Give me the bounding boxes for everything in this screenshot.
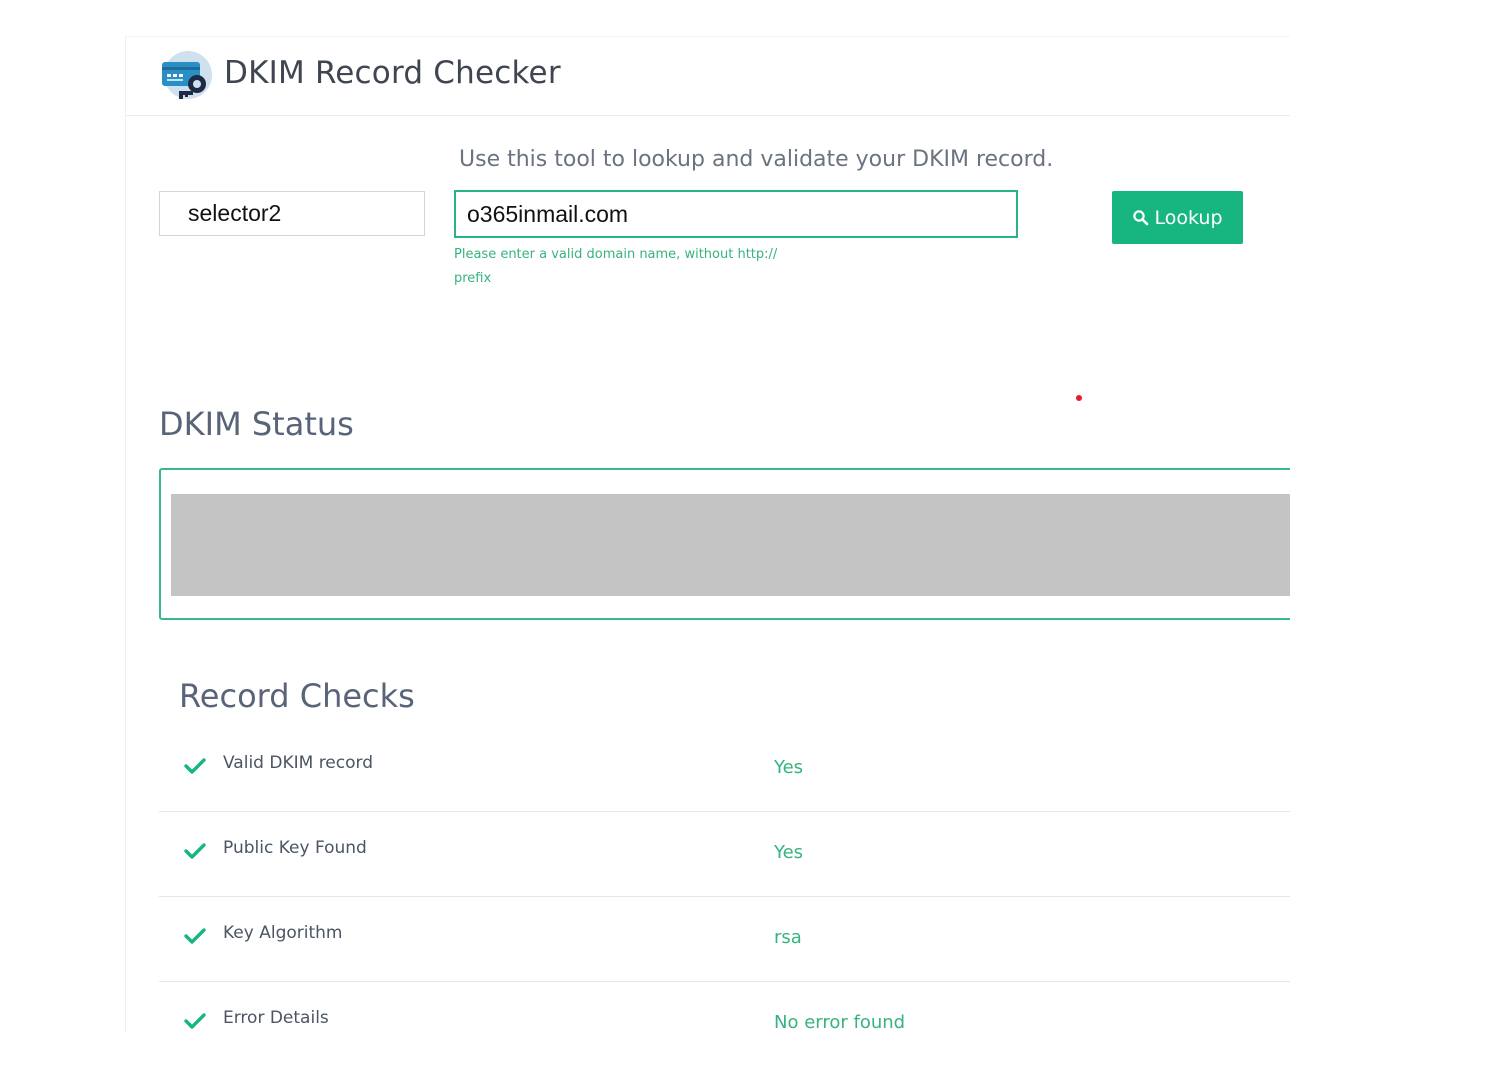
tool-description: Use this tool to lookup and validate you…: [459, 147, 1054, 172]
search-icon: [1133, 209, 1149, 225]
domain-input[interactable]: [454, 190, 1018, 238]
check-label: Public Key Found: [223, 838, 367, 858]
check-row-valid-dkim: Valid DKIM record Yes: [159, 727, 1290, 812]
check-value: Yes: [774, 757, 804, 778]
checkmark-icon: [184, 758, 206, 774]
check-label: Key Algorithm: [223, 923, 343, 943]
checkmark-icon: [184, 843, 206, 859]
check-row-key-algorithm: Key Algorithm rsa: [159, 897, 1290, 982]
dkim-key-card-icon: [162, 51, 212, 99]
dkim-status-box: [159, 468, 1290, 620]
check-row-error-details: Error Details No error found: [159, 982, 1290, 1032]
status-redacted-block: [171, 494, 1290, 596]
checkmark-icon: [184, 1013, 206, 1029]
tool-card: DKIM Record Checker Use this tool to loo…: [125, 36, 1290, 1032]
selector-input[interactable]: [159, 191, 425, 236]
page-title: DKIM Record Checker: [224, 55, 561, 91]
domain-hint: Please enter a valid domain name, withou…: [454, 247, 778, 286]
lookup-button[interactable]: Lookup: [1112, 191, 1243, 244]
check-value: rsa: [774, 927, 802, 948]
page: DKIM Record Checker Use this tool to loo…: [0, 0, 1500, 1077]
check-value: Yes: [774, 842, 804, 863]
check-value: No error found: [774, 1012, 906, 1032]
check-row-public-key: Public Key Found Yes: [159, 812, 1290, 897]
lookup-button-label: Lookup: [1154, 206, 1223, 229]
check-label: Error Details: [223, 1008, 329, 1028]
record-checks-list: Valid DKIM record Yes Public Key Found Y…: [159, 727, 1290, 1032]
record-checks-title: Record Checks: [179, 677, 415, 715]
card-header: DKIM Record Checker: [126, 37, 1290, 116]
red-dot-marker: [1076, 395, 1082, 401]
checkmark-icon: [184, 928, 206, 944]
dkim-status-title: DKIM Status: [159, 405, 354, 443]
check-label: Valid DKIM record: [223, 753, 373, 773]
